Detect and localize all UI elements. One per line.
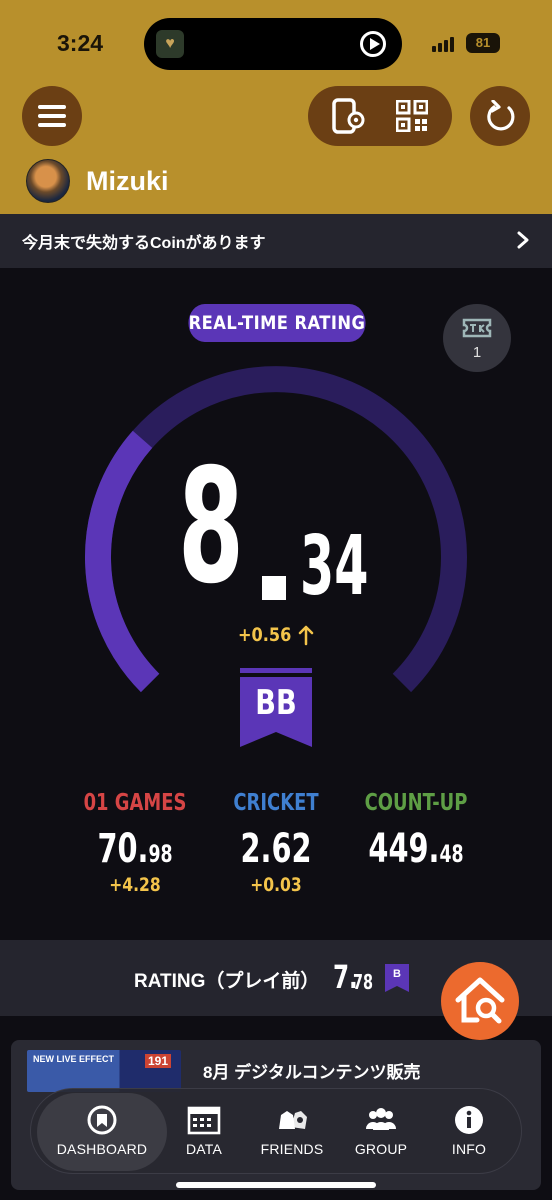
banner-title: 8月 デジタルコンテンツ販売 <box>203 1063 421 1082</box>
stat-title: COUNT-UP <box>364 790 468 816</box>
info-icon <box>455 1106 483 1134</box>
tab-dashboard[interactable]: DASHBOARD <box>37 1093 167 1171</box>
pre-play-rating-decimal: 78 <box>353 970 374 994</box>
shop-search-button[interactable] <box>441 962 519 1040</box>
play-icon <box>360 31 386 57</box>
chevron-right-icon <box>517 231 529 249</box>
pre-play-rating-label: RATING（プレイ前） <box>134 971 320 992</box>
tools-pill <box>308 86 452 146</box>
notice-text: 今月末で失効するCoinがあります <box>22 235 266 252</box>
banner-thumbnail: NEW LIVE EFFECT 191 <box>27 1050 181 1092</box>
group-icon <box>366 1108 396 1130</box>
rating-delta: +0.56 <box>238 624 292 646</box>
username: Mizuki <box>86 165 169 196</box>
stat-delta: +0.03 <box>250 874 302 896</box>
qr-code-icon[interactable] <box>396 100 428 132</box>
refresh-button[interactable] <box>470 86 530 146</box>
menu-button[interactable] <box>22 86 82 146</box>
tab-label: DASHBOARD <box>56 1141 148 1157</box>
stat-value: 2.62 <box>240 826 312 872</box>
gauge-fill <box>84 430 160 693</box>
banner-thumb-badge: 191 <box>144 1054 171 1068</box>
tab-label: GROUP <box>354 1141 408 1157</box>
stat-title: 01 GAMES <box>83 790 187 816</box>
now-playing-thumb-icon: ♥ <box>156 30 184 58</box>
dashboard-icon <box>87 1105 117 1135</box>
avatar[interactable] <box>26 159 70 203</box>
ticket-button[interactable]: 1 <box>443 304 511 372</box>
home-indicator <box>176 1182 376 1188</box>
friends-icon <box>279 1111 307 1129</box>
tab-label: INFO <box>451 1141 487 1157</box>
realtime-rating-badge: REAL-TIME RATING <box>188 304 366 342</box>
app-header: 3:24 ♥ 81 Mizuki <box>0 0 552 214</box>
rating-integer: 8 <box>178 435 244 619</box>
refresh-icon <box>487 100 515 131</box>
tab-friends[interactable]: FRIENDS <box>249 1089 335 1175</box>
tab-label: DATA <box>185 1141 223 1157</box>
calendar-icon <box>187 1106 221 1135</box>
banner-thumb-text: NEW LIVE EFFECT <box>33 1054 114 1064</box>
battery-icon: 81 <box>466 33 500 53</box>
stat-cricket[interactable]: CRICKET 2.62 +0.03 <box>196 790 356 896</box>
stat-delta: +4.28 <box>109 874 161 896</box>
coin-expiry-notice[interactable]: 今月末で失効するCoinがあります <box>0 214 552 268</box>
ticket-count: 1 <box>472 344 482 361</box>
device-settings-icon[interactable] <box>332 98 366 134</box>
ticket-icon <box>462 318 492 338</box>
rank-label: BB <box>255 683 297 723</box>
status-time: 3:24 <box>57 30 104 56</box>
pre-play-rank-label: B <box>393 968 401 980</box>
tab-info[interactable]: INFO <box>427 1089 511 1175</box>
hamburger-icon <box>38 105 66 127</box>
stat-value: 449.48 <box>368 826 464 872</box>
tab-group[interactable]: GROUP <box>339 1089 423 1175</box>
stat-01-games[interactable]: 01 GAMES 70.98 +4.28 <box>55 790 215 896</box>
user-row[interactable]: Mizuki <box>26 158 169 204</box>
signal-icon <box>432 36 456 52</box>
stat-value: 70.98 <box>97 826 173 872</box>
status-bar: 3:24 ♥ 81 <box>0 0 552 88</box>
arrow-up-icon <box>298 625 314 646</box>
tab-data[interactable]: DATA <box>169 1089 239 1175</box>
dynamic-island: ♥ <box>144 18 402 70</box>
bottom-tab-bar: DASHBOARD DATA FRIENDS GROUP INFO <box>30 1088 522 1174</box>
stat-count-up[interactable]: COUNT-UP 449.48 <box>336 790 496 874</box>
rating-decimal-point <box>262 576 286 600</box>
tab-label: FRIENDS <box>260 1141 324 1157</box>
home-search-icon <box>455 977 505 1024</box>
rating-decimal: 34 <box>300 519 369 614</box>
stat-title: CRICKET <box>233 790 319 816</box>
